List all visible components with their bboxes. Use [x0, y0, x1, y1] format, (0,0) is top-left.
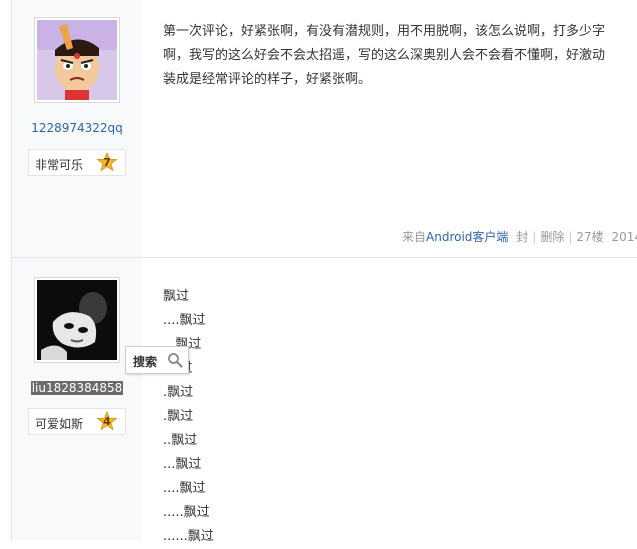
author-username[interactable]: liu1828384858 — [12, 381, 142, 395]
level-star-icon: 7 — [96, 152, 118, 174]
content-line: 装成是经常评论的样子，好紧张啊。 — [163, 72, 372, 87]
post-floor-28: liu1828384858 可爱如斯 4 飘过 ....飘过 飘过 过 .飘过 … — [0, 258, 637, 544]
post-meta: 来自Android客户端 封|删除|27楼 2014-0 — [402, 228, 637, 245]
content-line: 第一次评论，好紧张啊，有没有潜规则，用不用脱啊，该怎么说啊，打多少字 — [163, 24, 606, 39]
content-line: 啊，我写的这么好会不会太招遥，写的这么深奥别人会不会看不懂啊，好激动 — [163, 48, 606, 63]
content-line: 飘过 — [163, 289, 190, 304]
ban-link[interactable]: 封 — [516, 230, 528, 244]
content-line: ..飘过 — [163, 433, 198, 448]
selection-search-popup[interactable]: 搜索 — [125, 346, 189, 374]
avatar[interactable] — [34, 17, 120, 103]
content-line: ...飘过 — [163, 457, 202, 472]
post-floor-27: 1228974322qq 非常可乐 7 第一次评论，好紧张啊，有没有潜规则，用不… — [0, 0, 637, 257]
post-content: 第一次评论，好紧张啊，有没有潜规则，用不用脱啊，该怎么说啊，打多少字 啊，我写的… — [163, 20, 633, 92]
post-content: 飘过 ....飘过 飘过 过 .飘过 .飘过 ..飘过 ...飘过 ....飘过… — [163, 285, 214, 549]
search-icon[interactable] — [167, 352, 183, 368]
author-username[interactable]: 1228974322qq — [12, 121, 142, 135]
search-popup-label[interactable]: 搜索 — [133, 353, 157, 370]
avatar-cartoon-image — [37, 20, 117, 100]
level-number: 4 — [103, 415, 111, 428]
level-star-icon: 4 — [96, 411, 118, 433]
badge-title: 非常可乐 — [35, 158, 84, 172]
member-badge[interactable]: 可爱如斯 4 — [28, 408, 126, 435]
badge-title: 可爱如斯 — [35, 417, 84, 431]
content-line: ....飘过 — [163, 313, 206, 328]
content-line: .....飘过 — [163, 505, 210, 520]
username-link[interactable]: liu1828384858 — [30, 381, 124, 395]
separator: | — [568, 230, 573, 244]
level-number: 7 — [103, 156, 111, 169]
content-line: ......飘过 — [163, 529, 214, 544]
avatar-mask-image — [37, 280, 117, 360]
username-link[interactable]: 1228974322qq — [31, 121, 123, 135]
floor-number: 27楼 — [576, 230, 604, 244]
content-line: .飘过 — [163, 385, 194, 400]
content-line: .飘过 — [163, 409, 194, 424]
separator: | — [532, 230, 537, 244]
client-link[interactable]: Android客户端 — [426, 230, 508, 244]
member-badge[interactable]: 非常可乐 7 — [28, 149, 126, 176]
content-line: ....飘过 — [163, 481, 206, 496]
delete-link[interactable]: 删除 — [540, 230, 564, 244]
post-date: 2014-0 — [611, 230, 637, 244]
avatar[interactable] — [34, 277, 120, 363]
source-prefix: 来自 — [402, 230, 427, 244]
